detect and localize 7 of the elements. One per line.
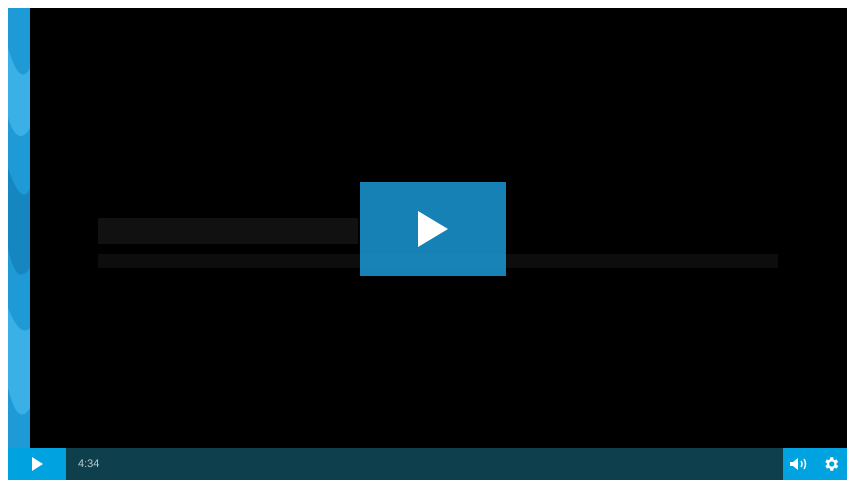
play-icon bbox=[416, 209, 450, 249]
volume-icon bbox=[790, 457, 808, 471]
volume-button[interactable] bbox=[790, 457, 808, 471]
play-icon bbox=[32, 457, 42, 471]
play-button[interactable] bbox=[360, 182, 506, 276]
time-label: 4:34 bbox=[78, 456, 100, 472]
play-button[interactable] bbox=[8, 448, 66, 480]
